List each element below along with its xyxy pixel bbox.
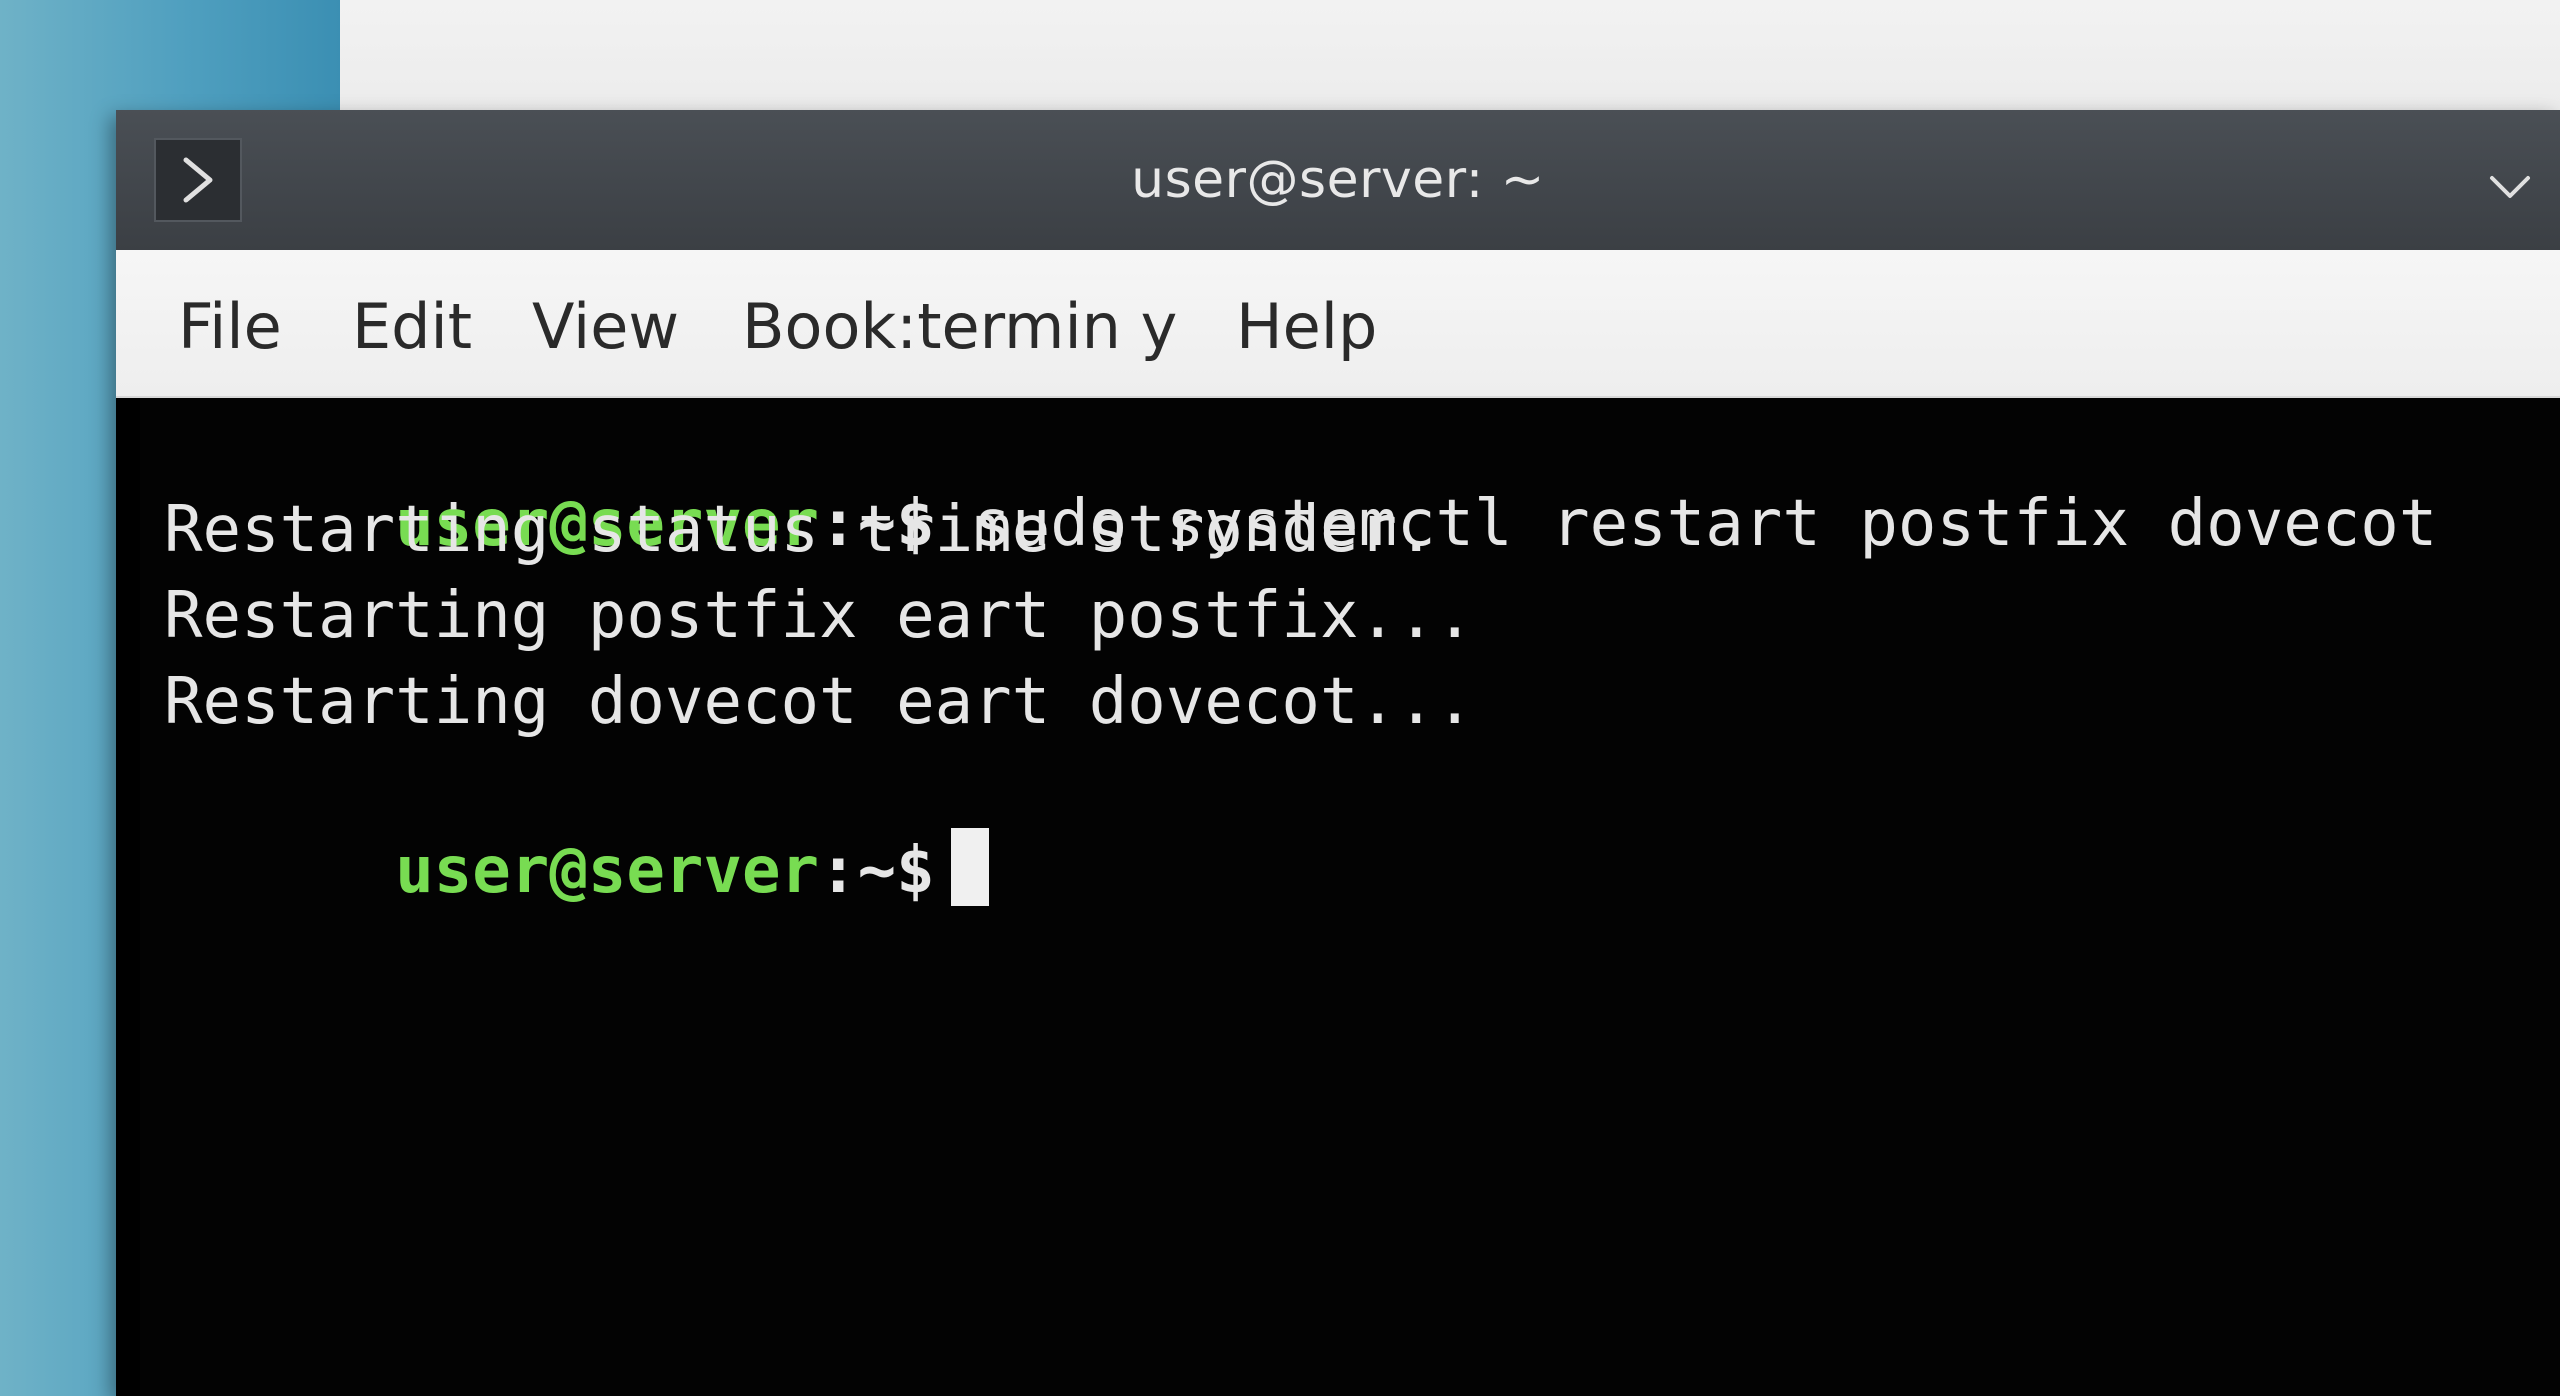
prompt-line[interactable]: user@server:~$ (164, 748, 989, 991)
output-line: Restarting dovecot eart dovecot... (164, 665, 1475, 739)
menu-view[interactable]: View (532, 290, 679, 363)
menu-edit[interactable]: Edit (352, 290, 472, 363)
menu-help[interactable]: Help (1236, 290, 1377, 363)
menu-bar: File Edit View Book:termin y Help (116, 250, 2560, 398)
menu-bookmarks[interactable]: Book:termin y (742, 290, 1177, 363)
prompt-user: user@server (395, 834, 820, 908)
terminal-window: user@server: ~ File Edit View Book:termi… (116, 110, 2560, 1396)
output-line: Restarting postfix eart postfix... (164, 579, 1475, 653)
window-title: user@server: ~ (1131, 150, 1545, 210)
prompt-symbol: :~$ (819, 834, 935, 908)
menu-file[interactable]: File (178, 290, 282, 363)
output-line: Restarting status trime stronder. (164, 493, 1436, 567)
chevron-down-icon[interactable] (2480, 158, 2540, 218)
terminal-output-area[interactable]: user@server:~$ sudo systemctl restart po… (140, 398, 2560, 1396)
text-cursor (950, 828, 989, 906)
title-bar[interactable]: user@server: ~ (116, 110, 2560, 250)
